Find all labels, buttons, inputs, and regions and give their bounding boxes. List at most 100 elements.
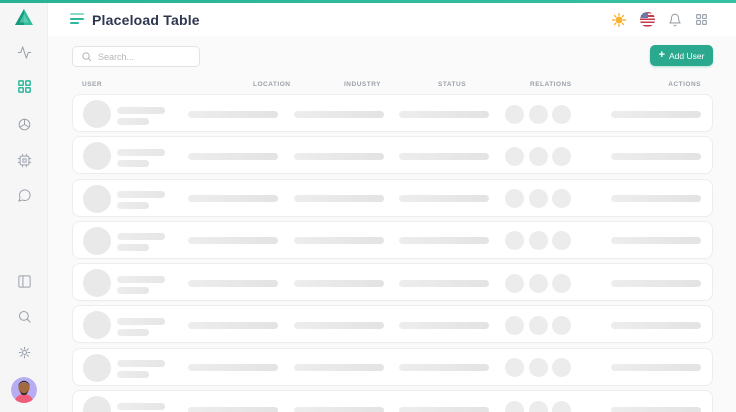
skeleton-status-bar	[399, 111, 489, 118]
skeleton-location-bar	[188, 407, 278, 412]
skeleton-relation-circle	[529, 316, 548, 335]
skeleton-relation-circle	[552, 401, 571, 412]
skeleton-industry-bar	[294, 153, 384, 160]
skeleton-location-bar	[188, 153, 278, 160]
skeleton-name-bar-short	[117, 202, 149, 209]
skeleton-relation-circle	[552, 231, 571, 250]
skeleton-relation-circle	[552, 147, 571, 166]
skeleton-actions-bar	[611, 153, 701, 160]
skeleton-relation-circle	[505, 358, 524, 377]
skeleton-relation-circle	[552, 105, 571, 124]
skeleton-location-bar	[188, 280, 278, 287]
skeleton-avatar-circle	[83, 185, 111, 213]
skeleton-location-bar	[188, 195, 278, 202]
add-user-button[interactable]: + Add User	[650, 45, 713, 66]
cpu-icon[interactable]	[17, 153, 32, 168]
menu-toggle-icon[interactable]	[70, 13, 84, 26]
skeleton-relation-circle	[529, 147, 548, 166]
skeleton-relation-circle	[505, 189, 524, 208]
skeleton-status-bar	[399, 237, 489, 244]
skeleton-actions-bar	[611, 237, 701, 244]
top-header: Placeload Table	[48, 3, 736, 36]
skeleton-name-bar-short	[117, 329, 149, 336]
layout-sidebar-icon[interactable]	[17, 274, 32, 289]
skeleton-actions-bar	[611, 364, 701, 371]
skeleton-industry-bar	[294, 195, 384, 202]
skeleton-avatar-circle	[83, 227, 111, 255]
apps-grid-icon[interactable]	[695, 13, 708, 26]
search-input[interactable]	[92, 52, 182, 62]
skeleton-actions-bar	[611, 322, 701, 329]
sphere-3d-icon[interactable]	[17, 117, 32, 132]
table-row	[72, 221, 713, 259]
skeleton-relation-circle	[552, 316, 571, 335]
skeleton-relation-circle	[505, 401, 524, 412]
skeleton-status-bar	[399, 364, 489, 371]
skeleton-relation-circle	[505, 105, 524, 124]
dashboard-grid-icon[interactable]	[17, 79, 32, 94]
skeleton-status-bar	[399, 153, 489, 160]
search-box	[72, 46, 200, 67]
skeleton-relation-circle	[505, 316, 524, 335]
chat-bubble-icon[interactable]	[17, 188, 32, 203]
column-header-user: USER	[82, 81, 102, 88]
skeleton-industry-bar	[294, 322, 384, 329]
skeleton-relation-circle	[552, 274, 571, 293]
skeleton-actions-bar	[611, 195, 701, 202]
skeleton-status-bar	[399, 407, 489, 412]
skeleton-location-bar	[188, 111, 278, 118]
skeleton-relation-circle	[552, 358, 571, 377]
skeleton-relation-circle	[529, 358, 548, 377]
skeleton-relation-circle	[505, 147, 524, 166]
add-user-label: Add User	[669, 51, 704, 61]
skeleton-location-bar	[188, 322, 278, 329]
search-icon	[81, 51, 92, 62]
skeleton-name-bar-long	[117, 276, 165, 283]
skeleton-industry-bar	[294, 237, 384, 244]
skeleton-avatar-circle	[83, 354, 111, 382]
skeleton-industry-bar	[294, 407, 384, 412]
skeleton-name-bar-long	[117, 318, 165, 325]
column-header-industry: INDUSTRY	[344, 81, 381, 88]
us-flag-language-icon[interactable]	[640, 12, 655, 27]
table-row	[72, 136, 713, 174]
page-loading-progress-bar	[0, 0, 736, 3]
table-row	[72, 305, 713, 343]
table-row	[72, 263, 713, 301]
activity-icon[interactable]	[17, 45, 32, 60]
header-actions	[611, 3, 708, 36]
skeleton-relation-circle	[529, 274, 548, 293]
skeleton-status-bar	[399, 322, 489, 329]
table-rows	[72, 94, 713, 412]
bell-notifications-icon[interactable]	[668, 13, 682, 27]
skeleton-name-bar-short	[117, 118, 149, 125]
sidebar-search-icon[interactable]	[17, 309, 32, 324]
column-header-relations: RELATIONS	[530, 81, 572, 88]
column-header-status: STATUS	[438, 81, 466, 88]
skeleton-status-bar	[399, 280, 489, 287]
skeleton-actions-bar	[611, 407, 701, 412]
skeleton-relation-circle	[529, 105, 548, 124]
skeleton-avatar-circle	[83, 142, 111, 170]
skeleton-industry-bar	[294, 280, 384, 287]
skeleton-relation-circle	[529, 401, 548, 412]
skeleton-avatar-circle	[83, 396, 111, 412]
skeleton-relation-circle	[505, 274, 524, 293]
skeleton-relation-circle	[529, 231, 548, 250]
page-title: Placeload Table	[92, 3, 200, 36]
app-logo-icon[interactable]	[14, 8, 34, 26]
skeleton-location-bar	[188, 364, 278, 371]
skeleton-relation-circle	[505, 231, 524, 250]
user-avatar[interactable]	[11, 377, 37, 403]
skeleton-avatar-circle	[83, 311, 111, 339]
skeleton-status-bar	[399, 195, 489, 202]
skeleton-name-bar-long	[117, 360, 165, 367]
skeleton-location-bar	[188, 237, 278, 244]
main-content: + Add User USER LOCATION INDUSTRY STATUS…	[48, 36, 736, 412]
skeleton-relation-circle	[529, 189, 548, 208]
skeleton-name-bar-short	[117, 371, 149, 378]
sun-theme-icon[interactable]	[611, 12, 627, 28]
skeleton-name-bar-short	[117, 160, 149, 167]
settings-gear-icon[interactable]	[17, 345, 32, 360]
table-row	[72, 179, 713, 217]
